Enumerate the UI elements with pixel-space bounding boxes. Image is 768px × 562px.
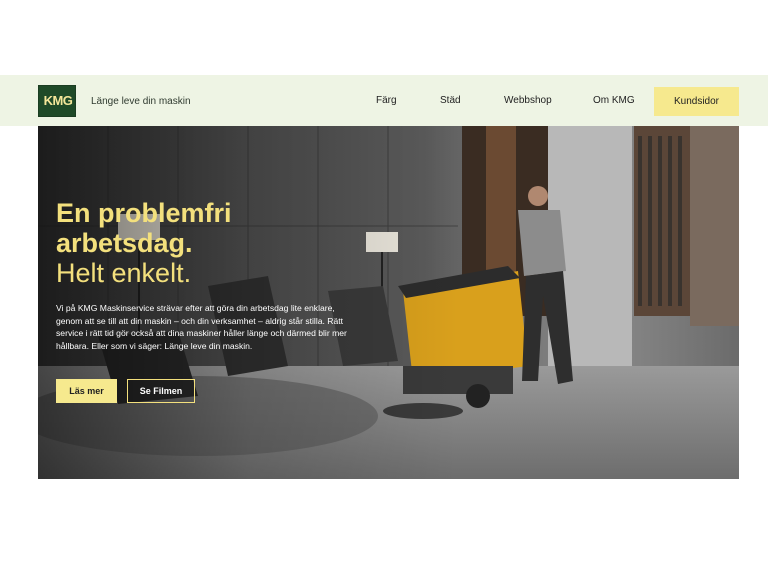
nav-item-webbshop[interactable]: Webbshop bbox=[504, 95, 552, 106]
kmg-logo[interactable]: KMG bbox=[38, 85, 76, 117]
nav-item-farg[interactable]: Färg bbox=[376, 95, 397, 106]
logo-text: KMG bbox=[43, 93, 73, 108]
site-header: KMG Länge leve din maskin Färg Städ Webb… bbox=[0, 75, 768, 126]
read-more-button[interactable]: Läs mer bbox=[56, 379, 117, 403]
hero-title: En problemfri arbetsdag. bbox=[56, 198, 316, 258]
kundsidor-button[interactable]: Kundsidor bbox=[654, 87, 739, 116]
hero-subtitle: Helt enkelt. bbox=[56, 258, 192, 288]
tagline: Länge leve din maskin bbox=[91, 96, 191, 107]
nav-item-stad[interactable]: Städ bbox=[440, 95, 461, 106]
watch-film-button[interactable]: Se Filmen bbox=[127, 379, 195, 403]
hero-title-line-1: En problemfri bbox=[56, 198, 232, 228]
nav-item-om-kmg[interactable]: Om KMG bbox=[593, 95, 635, 106]
hero-title-line-2: arbetsdag. bbox=[56, 228, 193, 258]
hero-section: En problemfri arbetsdag. Helt enkelt. Vi… bbox=[38, 126, 739, 479]
hero-description: Vi på KMG Maskinservice strävar efter at… bbox=[56, 303, 347, 351]
